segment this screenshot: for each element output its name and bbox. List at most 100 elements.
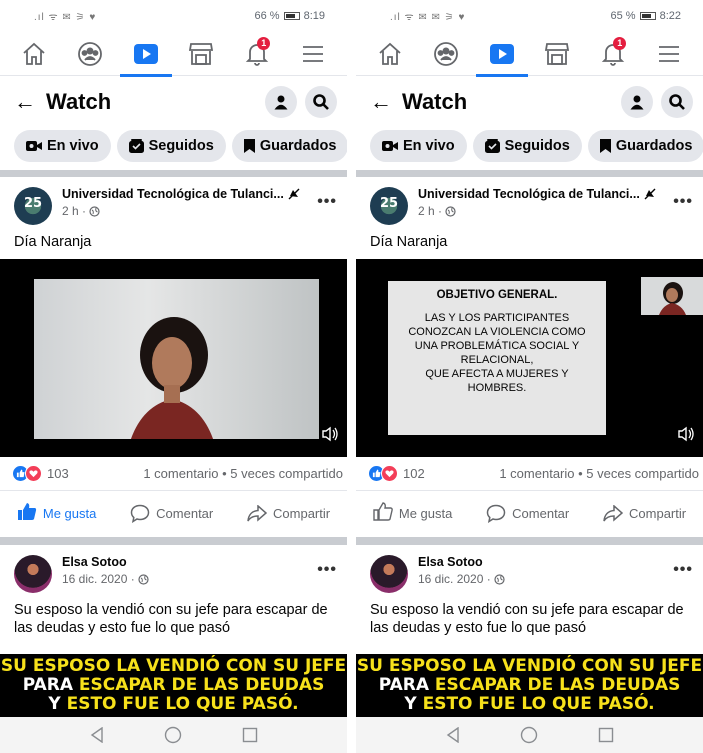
battery-icon xyxy=(283,12,300,20)
system-nav-bar xyxy=(356,717,703,753)
chip-en-vivo[interactable]: En vivo xyxy=(14,130,111,162)
like-icon xyxy=(17,503,37,520)
like-button[interactable]: Me gusta xyxy=(373,502,452,524)
nav-recent-icon[interactable] xyxy=(598,727,614,743)
watch-chips: En vivo Seguidos Guardados xyxy=(0,128,347,166)
comment-icon xyxy=(486,504,506,523)
like-button[interactable]: Me gusta xyxy=(17,502,96,524)
section-separator xyxy=(356,170,703,177)
menu-icon[interactable] xyxy=(649,34,689,74)
search-button[interactable] xyxy=(661,86,693,118)
globe-icon xyxy=(138,573,149,585)
share-button[interactable]: Compartir xyxy=(603,504,686,522)
post-time: 2 h · xyxy=(418,204,443,218)
engagement-stats[interactable]: 1 comentario • 5 veces compartido xyxy=(143,466,343,481)
status-bar: .ıl ᯤ ✉ ⚞ ♥ 66 % 8:19 xyxy=(0,0,347,32)
status-signal-icons: .ıl ᯤ ✉ ✉ ⚞ ♥ xyxy=(390,12,466,23)
share-button[interactable]: Compartir xyxy=(247,504,330,522)
status-signal-icons: .ıl ᯤ ✉ ⚞ ♥ xyxy=(34,12,97,23)
watch-header: ← Watch xyxy=(356,76,703,128)
video-post: Elsa Sotoo 16 dic. 2020 · ••• Su esposo … xyxy=(0,545,347,647)
bookmark-icon xyxy=(243,139,255,153)
post-separator xyxy=(356,537,703,545)
nav-back-icon[interactable] xyxy=(446,727,460,743)
nav-recent-icon[interactable] xyxy=(242,727,258,743)
reaction-summary[interactable]: 103 1 comentario • 5 veces compartido xyxy=(0,457,347,491)
home-icon[interactable] xyxy=(370,34,410,74)
phone-screen-left: .ıl ᯤ ✉ ⚞ ♥ 66 % 8:19 1 ← Watch En vivo … xyxy=(0,0,347,753)
post-actions: Me gusta Comentar Compartir xyxy=(356,491,703,535)
profile-button[interactable] xyxy=(265,86,297,118)
system-nav-bar xyxy=(0,717,347,753)
love-reaction-icon xyxy=(25,465,42,482)
watch-icon[interactable] xyxy=(475,34,528,77)
profile-button[interactable] xyxy=(621,86,653,118)
volume-icon[interactable] xyxy=(321,425,339,443)
chip-seguidos[interactable]: Seguidos xyxy=(472,130,582,162)
battery-percent: 66 % xyxy=(254,10,280,22)
groups-icon[interactable] xyxy=(426,34,466,74)
muted-icon xyxy=(644,188,656,200)
nav-back-icon[interactable] xyxy=(90,727,104,743)
home-icon[interactable] xyxy=(14,34,54,74)
globe-icon xyxy=(89,205,100,217)
marketplace-icon[interactable] xyxy=(181,34,221,74)
comment-button[interactable]: Comentar xyxy=(130,504,213,523)
watch-icon[interactable] xyxy=(119,34,172,77)
page-title: Watch xyxy=(402,89,468,114)
reaction-count: 102 xyxy=(403,466,425,481)
avatar[interactable] xyxy=(370,187,408,225)
menu-icon[interactable] xyxy=(293,34,333,74)
groups-icon[interactable] xyxy=(70,34,110,74)
feed-icon xyxy=(484,139,500,153)
video-thumbnail-banner[interactable]: SU ESPOSO LA VENDIÓ CON SU JEFE PARA ESC… xyxy=(0,654,347,718)
search-icon xyxy=(669,94,685,110)
post-text: Día Naranja xyxy=(14,234,92,250)
chip-seguidos[interactable]: Seguidos xyxy=(116,130,226,162)
bell-icon[interactable]: 1 xyxy=(237,34,277,74)
post-actions: Me gusta Comentar Compartir xyxy=(0,491,347,535)
post-text: Su esposo la vendió con su jefe para esc… xyxy=(370,602,684,636)
reaction-count: 103 xyxy=(47,466,69,481)
more-options-icon[interactable]: ••• xyxy=(673,187,693,211)
avatar[interactable] xyxy=(14,555,52,593)
watch-header: ← Watch xyxy=(0,76,347,128)
marketplace-icon[interactable] xyxy=(537,34,577,74)
search-button[interactable] xyxy=(305,86,337,118)
video-player[interactable]: OBJETIVO GENERAL. LAS Y LOS PARTICIPANTES… xyxy=(356,259,703,457)
profile-icon xyxy=(630,95,644,110)
comment-button[interactable]: Comentar xyxy=(486,504,569,523)
chip-guardados[interactable]: Guardados xyxy=(587,130,703,162)
bell-icon[interactable]: 1 xyxy=(593,34,633,74)
back-arrow-icon[interactable]: ← xyxy=(370,89,392,115)
avatar[interactable] xyxy=(370,555,408,593)
post-time: 16 dic. 2020 · xyxy=(62,572,135,586)
post-author[interactable]: Elsa Sotoo xyxy=(62,555,127,569)
feed-icon xyxy=(128,139,144,153)
avatar[interactable] xyxy=(14,187,52,225)
more-options-icon[interactable]: ••• xyxy=(317,555,337,579)
status-bar: .ıl ᯤ ✉ ✉ ⚞ ♥ 65 % 8:22 xyxy=(356,0,703,32)
more-options-icon[interactable]: ••• xyxy=(317,187,337,211)
engagement-stats[interactable]: 1 comentario • 5 veces compartido xyxy=(499,466,699,481)
more-options-icon[interactable]: ••• xyxy=(673,555,693,579)
presenter-image xyxy=(130,317,214,439)
nav-home-icon[interactable] xyxy=(520,726,538,744)
volume-icon[interactable] xyxy=(677,425,695,443)
share-icon xyxy=(603,504,624,522)
chip-guardados[interactable]: Guardados xyxy=(231,130,347,162)
video-post: Universidad Tecnológica de Tulanci... 2 … xyxy=(356,177,703,535)
post-separator xyxy=(0,537,347,545)
nav-home-icon[interactable] xyxy=(164,726,182,744)
reaction-summary[interactable]: 102 1 comentario • 5 veces compartido xyxy=(356,457,703,491)
post-author[interactable]: Elsa Sotoo xyxy=(418,555,483,569)
post-author[interactable]: Universidad Tecnológica de Tulanci... xyxy=(62,187,284,201)
chip-en-vivo[interactable]: En vivo xyxy=(370,130,467,162)
post-author[interactable]: Universidad Tecnológica de Tulanci... xyxy=(418,187,640,201)
clock: 8:22 xyxy=(659,10,681,22)
back-arrow-icon[interactable]: ← xyxy=(14,89,36,115)
clock: 8:19 xyxy=(303,10,325,22)
post-time: 2 h · xyxy=(62,204,87,218)
video-player[interactable] xyxy=(0,259,347,457)
video-thumbnail-banner[interactable]: SU ESPOSO LA VENDIÓ CON SU JEFE PARA ESC… xyxy=(356,654,703,718)
